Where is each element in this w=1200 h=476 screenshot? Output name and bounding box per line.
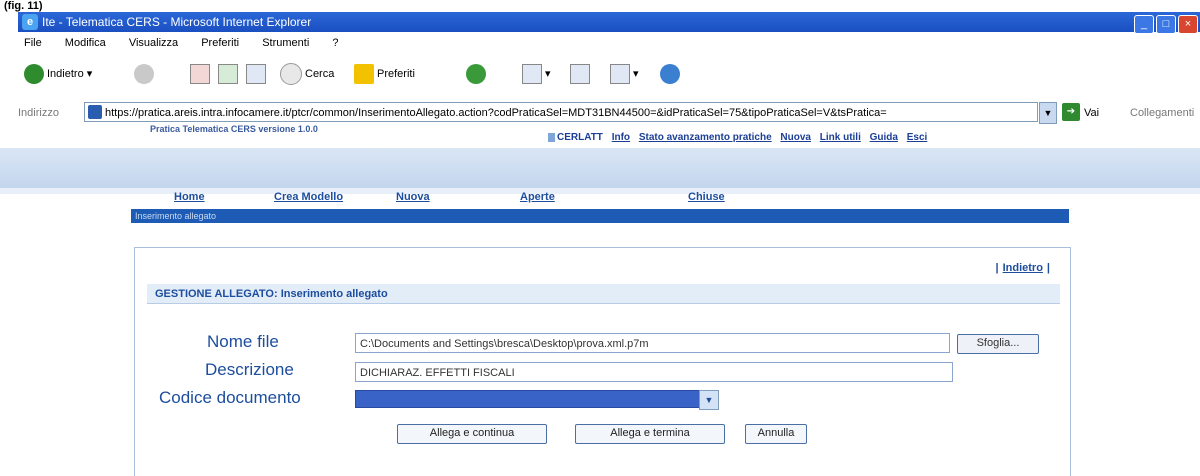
section-title: GESTIONE ALLEGATO: Inserimento allegato bbox=[147, 284, 1060, 304]
header-band bbox=[0, 148, 1200, 188]
messenger-icon bbox=[660, 64, 680, 85]
nav-nuova[interactable]: Nuova bbox=[396, 191, 430, 203]
messenger-button[interactable] bbox=[660, 62, 683, 86]
attachment-panel: | Indietro | GESTIONE ALLEGATO: Inseriment… bbox=[134, 247, 1071, 476]
link-nuova[interactable]: Nuova bbox=[780, 132, 811, 143]
menu-strumenti[interactable]: Strumenti bbox=[262, 37, 309, 49]
refresh-button[interactable] bbox=[218, 62, 238, 86]
breadcrumb-bar: Inserimento allegato bbox=[131, 209, 1069, 223]
back-button[interactable]: Indietro ▾ bbox=[24, 62, 92, 86]
app-header: Pratica Telematica CERS versione 1.0.0 bbox=[150, 124, 318, 134]
address-dropdown[interactable]: ▼ bbox=[1039, 102, 1057, 124]
back-label: Indietro bbox=[47, 68, 84, 80]
search-label: Cerca bbox=[305, 68, 335, 80]
window-titlebar: e Ite - Telematica CERS - Microsoft Inter… bbox=[18, 12, 1200, 34]
history-icon bbox=[466, 64, 486, 85]
menu-preferiti[interactable]: Preferiti bbox=[201, 37, 239, 49]
edit-icon bbox=[610, 64, 630, 85]
stop-button[interactable] bbox=[190, 62, 210, 86]
nav-home[interactable]: Home bbox=[174, 191, 205, 203]
user-bar: CERLATT Info Stato avanzamento pratiche … bbox=[548, 132, 927, 143]
user-name: CERLATT bbox=[557, 132, 603, 143]
nav-aperte[interactable]: Aperte bbox=[520, 191, 555, 203]
browser-toolbar: Indietro ▾ Cerca Preferiti ▾ ▾ bbox=[18, 60, 1200, 90]
document-code-select[interactable]: ▼ bbox=[355, 390, 719, 410]
minimize-button[interactable]: _ bbox=[1134, 15, 1154, 34]
page-icon bbox=[88, 105, 102, 119]
nav-chiuse[interactable]: Chiuse bbox=[688, 191, 725, 203]
back-link-label: Indietro bbox=[1002, 262, 1043, 274]
link-guida[interactable]: Guida bbox=[870, 132, 898, 143]
link-utili[interactable]: Link utili bbox=[820, 132, 861, 143]
attach-continue-button[interactable]: Allega e continua bbox=[397, 424, 547, 444]
forward-arrow-icon bbox=[134, 64, 154, 85]
window-title: Ite - Telematica CERS - Microsoft Intern… bbox=[42, 15, 312, 29]
close-button[interactable]: × bbox=[1178, 15, 1198, 34]
address-url: https://pratica.areis.intra.infocamere.i… bbox=[105, 107, 887, 119]
search-button[interactable]: Cerca bbox=[280, 62, 334, 86]
history-button[interactable] bbox=[466, 62, 489, 86]
go-button[interactable]: Vai bbox=[1084, 101, 1099, 125]
description-label: Descrizione bbox=[205, 360, 294, 379]
favorites-star-icon bbox=[354, 64, 374, 85]
menu-file[interactable]: File bbox=[24, 37, 42, 49]
user-icon bbox=[548, 132, 555, 142]
search-icon bbox=[280, 63, 302, 86]
link-stato-avanzamento[interactable]: Stato avanzamento pratiche bbox=[639, 132, 772, 143]
link-info[interactable]: Info bbox=[612, 132, 630, 143]
internet-explorer-icon: e bbox=[22, 14, 38, 30]
menu-visualizza[interactable]: Visualizza bbox=[129, 37, 178, 49]
back-link[interactable]: | Indietro | bbox=[996, 262, 1051, 274]
nav-crea-modello[interactable]: Crea Modello bbox=[274, 191, 343, 203]
figure-label: (fig. 11) bbox=[4, 0, 43, 12]
stop-icon bbox=[190, 64, 210, 85]
print-button[interactable] bbox=[570, 62, 590, 86]
address-label: Indirizzo bbox=[18, 107, 59, 119]
cancel-button[interactable]: Annulla bbox=[745, 424, 807, 444]
link-esci[interactable]: Esci bbox=[907, 132, 928, 143]
favorites-button[interactable]: Preferiti bbox=[354, 62, 415, 86]
description-input[interactable]: DICHIARAZ. EFFETTI FISCALI bbox=[355, 362, 953, 382]
attach-finish-button[interactable]: Allega e termina bbox=[575, 424, 725, 444]
address-bar: Indirizzo https://pratica.areis.intra.in… bbox=[18, 101, 1200, 125]
maximize-button[interactable]: □ bbox=[1156, 15, 1176, 34]
chevron-down-icon[interactable]: ▼ bbox=[699, 390, 719, 410]
forward-button[interactable] bbox=[134, 62, 157, 86]
menu-modifica[interactable]: Modifica bbox=[65, 37, 106, 49]
home-button[interactable] bbox=[246, 62, 266, 86]
favorites-label: Preferiti bbox=[377, 68, 415, 80]
menu-help[interactable]: ? bbox=[332, 37, 338, 49]
mail-icon bbox=[522, 64, 542, 85]
edit-button[interactable]: ▾ bbox=[610, 62, 639, 86]
file-name-label: Nome file bbox=[207, 332, 279, 351]
breadcrumb: Inserimento allegato bbox=[135, 211, 217, 221]
links-label[interactable]: Collegamenti bbox=[1130, 101, 1194, 125]
mail-button[interactable]: ▾ bbox=[522, 62, 551, 86]
file-name-input[interactable]: C:\Documents and Settings\bresca\Desktop… bbox=[355, 333, 950, 353]
back-arrow-icon bbox=[24, 64, 44, 85]
home-icon bbox=[246, 64, 266, 85]
print-icon bbox=[570, 64, 590, 85]
refresh-icon bbox=[218, 64, 238, 85]
browse-button[interactable]: Sfoglia... bbox=[957, 334, 1039, 354]
document-code-label: Codice documento bbox=[159, 388, 301, 407]
menu-bar: File Modifica Visualizza Preferiti Strum… bbox=[18, 34, 1200, 52]
go-arrow-icon[interactable]: ➔ bbox=[1062, 103, 1080, 121]
address-input[interactable]: https://pratica.areis.intra.infocamere.i… bbox=[84, 102, 1038, 122]
